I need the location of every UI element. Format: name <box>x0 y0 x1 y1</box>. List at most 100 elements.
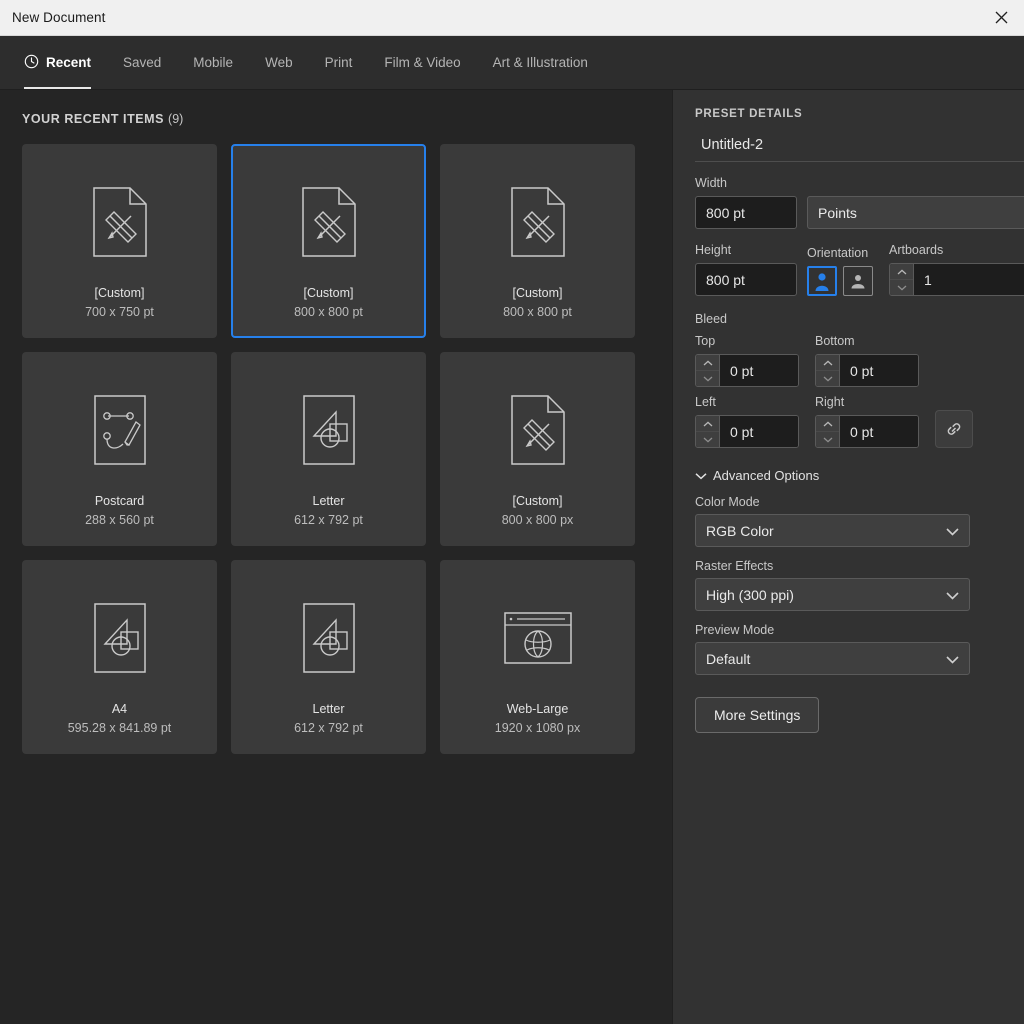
document-pencil-ruler-icon <box>301 176 357 268</box>
document-name-input[interactable] <box>695 132 1024 162</box>
bleed-bottom-input[interactable] <box>840 355 918 386</box>
recent-item-size: 612 x 792 pt <box>294 721 363 735</box>
recent-item-name: Letter <box>312 702 345 716</box>
recent-item-card[interactable]: Letter 612 x 792 pt <box>231 560 426 754</box>
height-input[interactable] <box>695 263 797 296</box>
tab-film-and-video[interactable]: Film & Video <box>368 36 476 89</box>
recent-item-size: 700 x 750 pt <box>85 305 154 319</box>
pen-tool-path-icon <box>93 384 147 476</box>
chevron-up-icon[interactable] <box>696 355 719 370</box>
width-label: Width <box>695 176 727 190</box>
tab-mobile[interactable]: Mobile <box>177 36 249 89</box>
recent-item-size: 595.28 x 841.89 pt <box>67 721 172 735</box>
document-pencil-ruler-icon <box>510 384 566 476</box>
preset-details-title: PRESET DETAILS <box>695 108 803 120</box>
bleed-left-arrows <box>696 416 720 447</box>
tab-saved[interactable]: Saved <box>107 36 177 89</box>
chevron-down-icon <box>946 523 959 539</box>
chevron-down-icon <box>695 468 707 483</box>
preview-mode-value: Default <box>706 650 751 667</box>
recent-item-name: [Custom] <box>303 286 354 300</box>
color-mode-value: RGB Color <box>706 522 774 539</box>
advanced-options-toggle[interactable]: Advanced Options <box>695 468 1024 483</box>
document-pencil-ruler-icon <box>510 176 566 268</box>
chevron-down-icon[interactable] <box>816 370 839 386</box>
tab-label: Mobile <box>193 55 234 70</box>
link-icon[interactable] <box>935 410 973 448</box>
recent-item-card[interactable]: [Custom] 800 x 800 px <box>440 352 635 546</box>
preview-mode-select[interactable]: Default <box>695 642 970 675</box>
recent-items-count: (9) <box>168 112 184 126</box>
new-document-dialog: New Document Recent Saved Mobile Web Pri… <box>0 0 1024 1024</box>
recent-items-panel: YOUR RECENT ITEMS (9) [Custom] 700 x 750… <box>0 90 672 1024</box>
recent-item-name: Postcard <box>94 494 145 508</box>
recent-item-size: 800 x 800 pt <box>294 305 363 319</box>
recent-item-card[interactable]: Web-Large 1920 x 1080 px <box>440 560 635 754</box>
recent-item-card[interactable]: [Custom] 700 x 750 pt <box>22 144 217 338</box>
bleed-bottom-label: Bottom <box>815 334 855 348</box>
bleed-bottom-stepper <box>815 354 919 387</box>
chevron-down-icon[interactable] <box>696 370 719 386</box>
preset-details-panel: PRESET DETAILS Width Points <box>672 90 1024 1024</box>
tab-recent[interactable]: Recent <box>20 36 107 89</box>
artboards-input[interactable] <box>914 264 1024 295</box>
artboards-stepper-arrows <box>890 264 914 295</box>
bleed-right-stepper <box>815 415 919 448</box>
recent-item-card[interactable]: Letter 612 x 792 pt <box>231 352 426 546</box>
chevron-down-icon[interactable] <box>816 431 839 447</box>
portrait-icon[interactable] <box>807 266 837 296</box>
tab-print[interactable]: Print <box>309 36 369 89</box>
recent-item-name: [Custom] <box>94 286 145 300</box>
width-input[interactable] <box>695 196 797 229</box>
tab-label: Recent <box>46 55 92 70</box>
chevron-down-icon[interactable] <box>890 279 913 295</box>
chevron-down-icon <box>946 651 959 667</box>
recent-item-size: 1920 x 1080 px <box>494 721 581 735</box>
artboards-stepper <box>889 263 1024 296</box>
recent-item-card[interactable]: [Custom] 800 x 800 pt <box>440 144 635 338</box>
bleed-right-input[interactable] <box>840 416 918 447</box>
chevron-up-icon[interactable] <box>890 264 913 279</box>
recent-item-card[interactable]: Postcard 288 x 560 pt <box>22 352 217 546</box>
advanced-options-label: Advanced Options <box>713 468 820 483</box>
tab-art-and-illustration[interactable]: Art & Illustration <box>477 36 604 89</box>
bleed-bottom-cell: Bottom <box>815 334 919 387</box>
window-title: New Document <box>12 10 106 25</box>
units-select[interactable]: Points <box>807 196 1024 229</box>
chevron-up-icon[interactable] <box>816 416 839 431</box>
shapes-icon <box>93 592 147 684</box>
recent-item-size: 800 x 800 px <box>501 513 574 527</box>
raster-effects-select[interactable]: High (300 ppi) <box>695 578 970 611</box>
tab-bar: Recent Saved Mobile Web Print Film & Vid… <box>0 36 1024 90</box>
recent-item-name: A4 <box>111 702 128 716</box>
width-row: Width Points <box>695 176 1024 229</box>
bleed-left-input[interactable] <box>720 416 798 447</box>
document-pencil-ruler-icon <box>92 176 148 268</box>
recent-items-grid: [Custom] 700 x 750 pt [Custom] 800 x 800… <box>22 144 672 754</box>
bleed-left-cell: Left <box>695 395 799 448</box>
color-mode-select[interactable]: RGB Color <box>695 514 970 547</box>
recent-items-heading-text: YOUR RECENT ITEMS <box>22 112 164 126</box>
bleed-top-input[interactable] <box>720 355 798 386</box>
tab-label: Saved <box>123 55 162 70</box>
chevron-up-icon[interactable] <box>696 416 719 431</box>
more-settings-button[interactable]: More Settings <box>695 697 820 733</box>
recent-item-size: 288 x 560 pt <box>85 513 154 527</box>
clock-icon <box>24 54 39 72</box>
chevron-down-icon[interactable] <box>696 431 719 447</box>
dialog-body: YOUR RECENT ITEMS (9) [Custom] 700 x 750… <box>0 90 1024 1024</box>
close-icon[interactable] <box>978 0 1024 35</box>
bleed-right-label: Right <box>815 395 845 409</box>
landscape-icon[interactable] <box>843 266 873 296</box>
preview-mode-label: Preview Mode <box>695 623 775 637</box>
recent-item-card-selected[interactable]: [Custom] 800 x 800 pt <box>231 144 426 338</box>
chevron-up-icon[interactable] <box>816 355 839 370</box>
tab-web[interactable]: Web <box>249 36 309 89</box>
bleed-top-stepper <box>695 354 799 387</box>
units-value: Points <box>818 204 857 221</box>
bleed-right-cell: Right <box>815 395 919 448</box>
tab-label: Art & Illustration <box>492 55 588 70</box>
recent-item-card[interactable]: A4 595.28 x 841.89 pt <box>22 560 217 754</box>
recent-items-heading: YOUR RECENT ITEMS (9) <box>22 112 672 126</box>
recent-item-size: 612 x 792 pt <box>294 513 363 527</box>
